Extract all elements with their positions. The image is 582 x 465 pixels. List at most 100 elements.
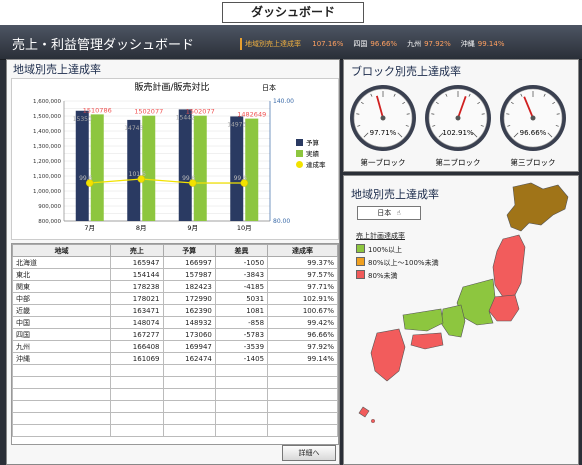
achievement-line <box>89 178 245 184</box>
ticker-item: 九州 97.92% <box>407 40 451 48</box>
gauge-hub <box>455 115 461 121</box>
table-cell: -3843 <box>214 268 269 281</box>
table-cell <box>11 412 112 425</box>
table-cell: 沖縄 <box>11 352 112 365</box>
page-caption: ダッシュボード <box>222 2 364 23</box>
bar-actual-label: 1482649 <box>237 111 266 119</box>
table-cell: 162390 <box>162 304 216 317</box>
table-cell: 5031 <box>214 292 269 305</box>
table-row: 近畿 163471 162390 1081 100.67% <box>11 304 338 317</box>
table-cell: 172990 <box>162 292 216 305</box>
table-row: 中部 178021 172990 5031 102.91% <box>11 292 338 305</box>
table-cell <box>162 412 216 425</box>
table-cell: 173060 <box>162 328 216 341</box>
table-cell: 154144 <box>110 268 164 281</box>
bar-budget-label: 14973 <box>227 121 246 128</box>
table-cell: 四国 <box>11 328 112 341</box>
table-cell: 中部 <box>11 292 112 305</box>
table-cell <box>162 424 216 437</box>
table-cell: 99.14% <box>267 352 338 365</box>
table-cell <box>214 400 269 413</box>
legend-swatch <box>296 139 303 146</box>
japan-map <box>358 182 569 423</box>
regional-sales-title: 地域別売上達成率 <box>13 63 101 76</box>
y-tick-label: 1,200,000 <box>33 159 61 165</box>
table-row-empty <box>11 424 338 437</box>
table-cell: 167277 <box>110 328 164 341</box>
table-cell <box>214 388 269 401</box>
bar-budget <box>178 109 192 221</box>
detail-button[interactable]: 詳細へ <box>282 445 336 461</box>
bar-budget-label: 14743 <box>124 125 143 132</box>
table-cell <box>162 400 216 413</box>
table-cell: 178021 <box>110 292 164 305</box>
table-cell: 166408 <box>110 340 164 353</box>
ticker-item-name: 九州 <box>407 40 422 48</box>
y-tick-label: 1,000,000 <box>33 189 61 195</box>
ticker-item-value: 96.66% <box>370 40 398 48</box>
bar-actual <box>193 115 207 221</box>
table-row: 中国 148074 148932 -858 99.42% <box>11 316 338 329</box>
gauge-hub <box>380 115 386 121</box>
ticker-item-value: 99.14% <box>477 40 505 48</box>
table-cell: 157987 <box>162 268 216 281</box>
gauge-label: 第三ブロック <box>511 157 556 167</box>
ticker-item-value: 97.92% <box>424 40 451 48</box>
table-header-cell[interactable]: 予算 <box>162 244 216 257</box>
sales-chart-svg: 販売計画/販売対比 日本 800,000 900,000 1,000,000 1,10… <box>33 81 326 232</box>
ticker-item-name: 沖縄 <box>460 40 475 48</box>
table-header-cell[interactable]: 差異 <box>214 244 269 257</box>
legend-swatch <box>296 161 303 168</box>
y-tick-label: 1,100,000 <box>33 174 61 180</box>
x-tick-label: 10月 <box>237 224 252 232</box>
table-cell <box>11 400 112 413</box>
table-cell: 166997 <box>162 256 216 269</box>
map-shikoku <box>410 332 444 350</box>
table-cell: -858 <box>214 316 269 329</box>
table-cell: 165947 <box>110 256 164 269</box>
sales-data-table: 地域 売上 予算 差異 達成率 北海道 165947 166997 -1050 99.37% 東北… <box>11 244 338 437</box>
bar-actual-label: 1502077 <box>134 108 163 116</box>
sales-chart: 販売計画/販売対比 日本 800,000 900,000 1,000,000 1,10… <box>11 78 339 240</box>
table-cell: 182423 <box>162 280 216 293</box>
ticker-item: 沖縄 99.14% <box>461 40 505 48</box>
ticker-item: 四国 96.66% <box>353 40 397 48</box>
legend-swatch <box>296 150 303 157</box>
legend-label: 達成率 <box>306 160 326 169</box>
table-cell: 163471 <box>110 304 164 317</box>
table-cell: 178238 <box>110 280 164 293</box>
gauges-svg: 97.71% 第一ブロック 102.91% 第二ブロック 96.66% 第三ブロック <box>350 85 566 167</box>
ticker: 地域別売上達成率 107.16% 四国 96.66% 九州 97.92% 沖縄 99.14% <box>240 38 575 50</box>
y-tick-label: 1,500,000 <box>33 114 61 120</box>
table-row-empty <box>11 388 338 401</box>
y-right-tick-label: 140.00 <box>273 98 294 105</box>
table-cell <box>267 412 338 425</box>
table-header-cell[interactable]: 売上 <box>110 244 164 257</box>
map-kinki <box>440 304 466 338</box>
bar-budget-label: 15350 <box>73 116 92 123</box>
table-cell <box>267 424 338 437</box>
x-tick-label: 9月 <box>187 224 198 232</box>
achievement-label: 99.6 <box>234 175 248 182</box>
table-cell: 162474 <box>162 352 216 365</box>
y-right-tick-label: 80.00 <box>273 218 290 225</box>
table-cell <box>214 412 269 425</box>
table-cell <box>110 376 164 389</box>
dashboard-title: 売上・利益管理ダッシュボード <box>12 38 195 53</box>
table-header-cell[interactable]: 達成率 <box>267 244 338 257</box>
x-tick-label: 7月 <box>84 224 95 232</box>
table-cell: 96.66% <box>267 328 338 341</box>
gauge-value: 102.91% <box>442 129 473 137</box>
y-tick-label: 1,300,000 <box>33 144 61 150</box>
table-row-empty <box>11 400 338 413</box>
y-tick-label: 800,000 <box>38 219 61 225</box>
map-kyushu <box>370 328 406 382</box>
table-cell: 148074 <box>110 316 164 329</box>
chart-title: 販売計画/販売対比 <box>134 81 209 93</box>
bar-actual <box>142 115 156 221</box>
table-cell <box>110 424 164 437</box>
table-row-empty <box>11 376 338 389</box>
x-tick-label: 8月 <box>136 224 147 232</box>
ticker-item-name: 四国 <box>353 40 368 48</box>
table-header-cell[interactable]: 地域 <box>11 244 112 257</box>
